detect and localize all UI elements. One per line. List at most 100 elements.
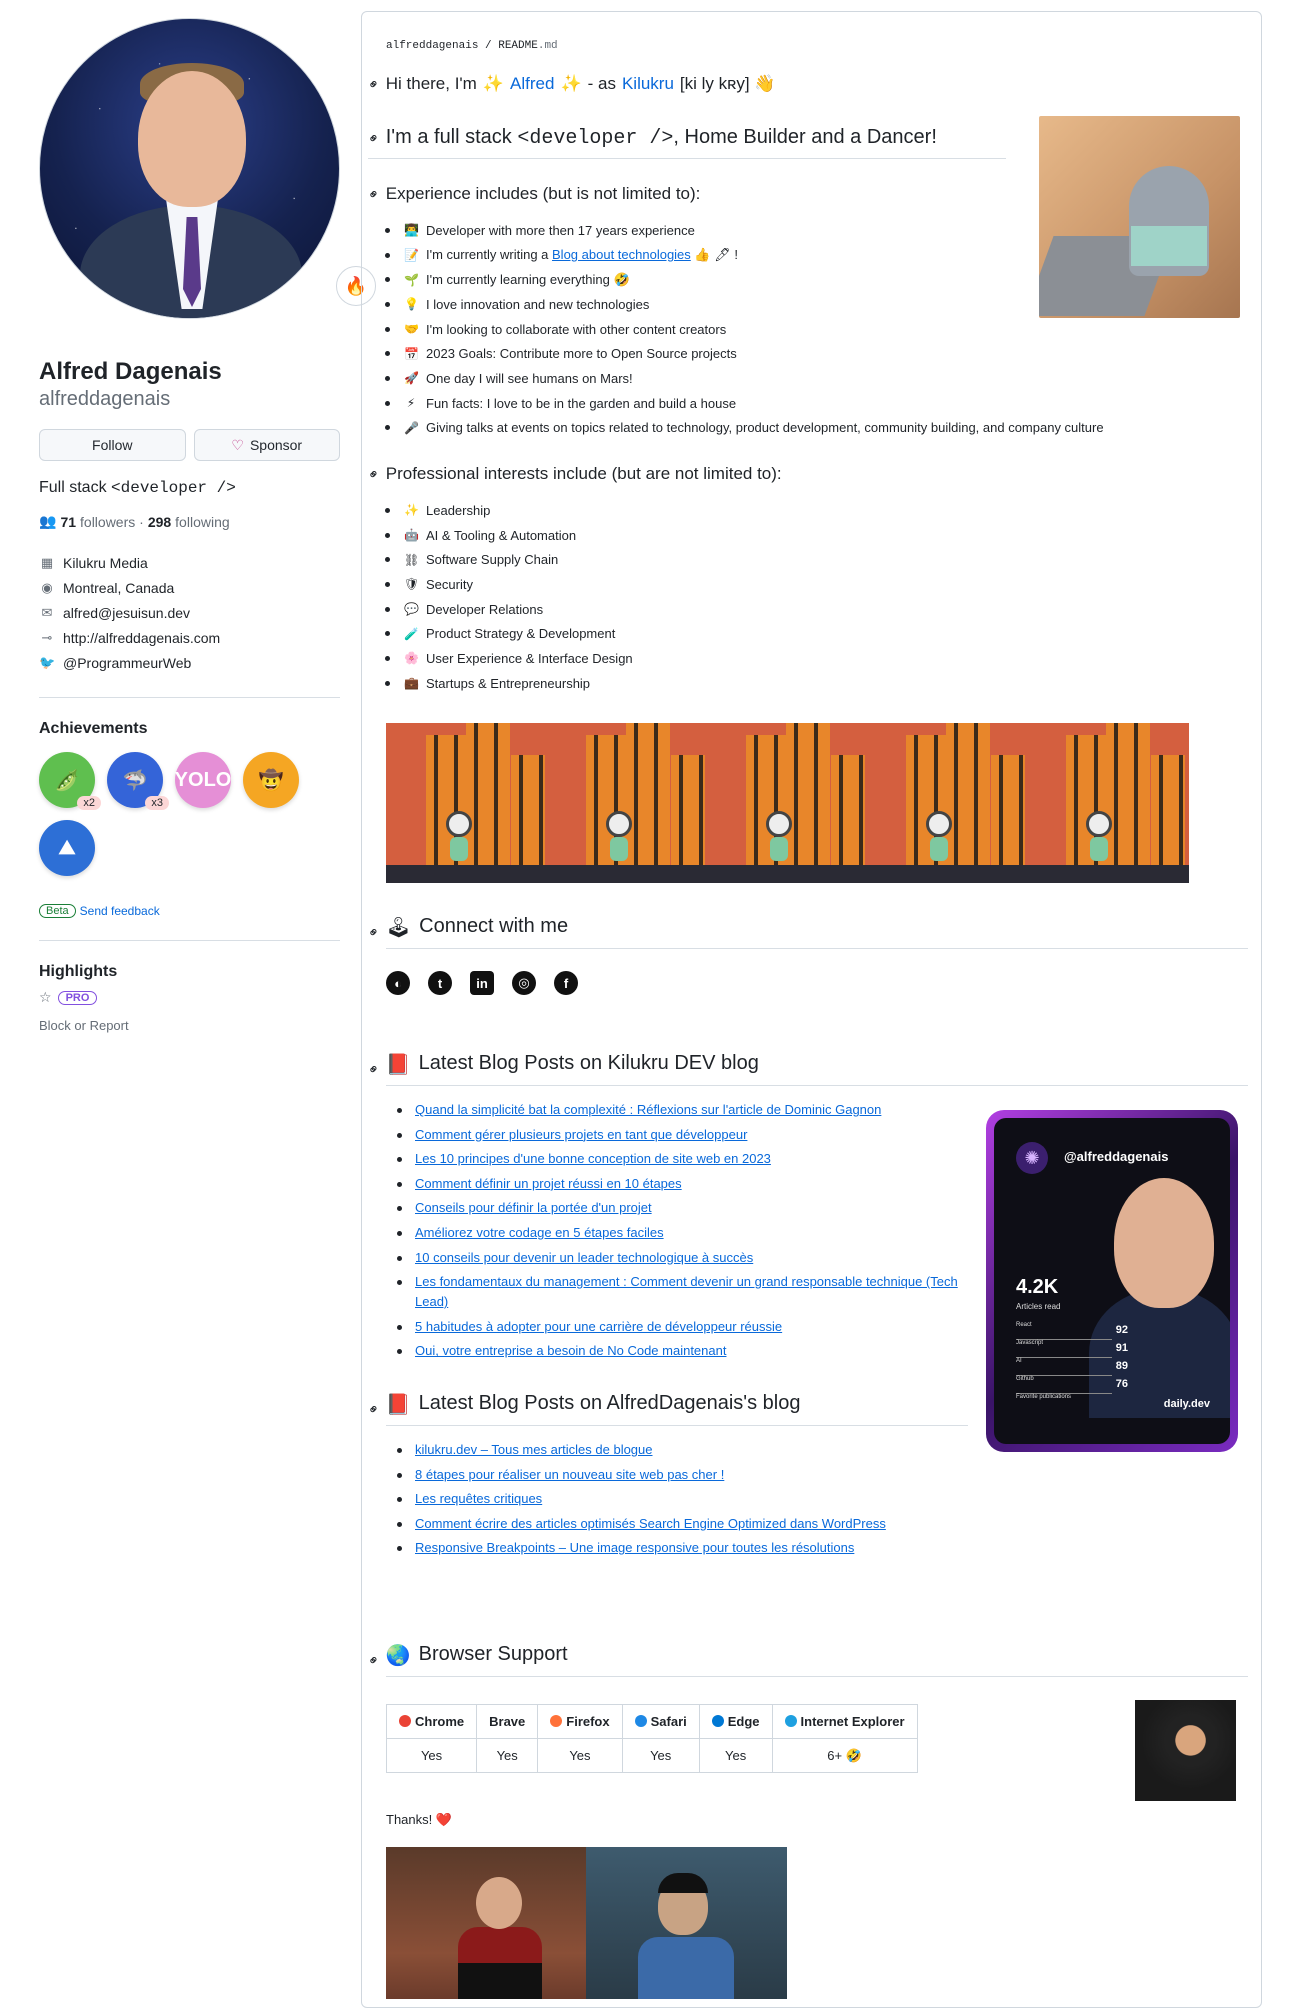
linkedin-icon[interactable]: in: [470, 971, 494, 995]
building: [1151, 755, 1185, 865]
sponsor-button[interactable]: ♡ Sponsor: [193, 429, 340, 461]
stat-label: Github: [1016, 1376, 1034, 1382]
yolo-icon[interactable]: YOLO: [175, 752, 231, 808]
daily-dev-card[interactable]: ✺ @alfreddagenais 4.2K Articles read Rea…: [986, 1110, 1238, 1452]
greeting-alias[interactable]: Kilukru: [622, 74, 674, 94]
quickdraw-icon[interactable]: 🤠: [243, 752, 299, 808]
blog-post-link[interactable]: Les requêtes critiques: [415, 1491, 542, 1506]
pull-shark-icon[interactable]: 🦈 x3: [107, 752, 169, 810]
skater-character: [1086, 811, 1112, 863]
list-item: ✨ Leadership: [401, 498, 633, 523]
item-emoji-icon: 🚀: [404, 371, 419, 386]
list-item-text: Fun facts: I love to be in the garden an…: [426, 396, 736, 411]
personal-blog-title: Latest Blog Posts on AlfredDagenais's bl…: [418, 1392, 801, 1414]
followers-count[interactable]: 71: [60, 514, 76, 530]
greeting-heading: ⚭ Hi there, I'm ✨ Alfred ✨ - as Kilukru …: [364, 74, 776, 94]
fullstack-code: <developer />: [517, 127, 674, 150]
blog-post-link[interactable]: Responsive Breakpoints – Une image respo…: [415, 1540, 854, 1555]
list-item: 5 habitudes à adopter pour une carrière …: [397, 1317, 981, 1337]
profile-detail-item[interactable]: ✉ alfred@jesuisun.dev: [39, 600, 340, 625]
browser-support-cell: Yes: [698, 1738, 773, 1773]
card-stat: Github 76: [1016, 1376, 1128, 1394]
item-emoji-icon: 🤖: [404, 528, 419, 543]
bio-code: <developer />: [111, 479, 236, 497]
blog-post-link[interactable]: Comment gérer plusieurs projets en tant …: [415, 1127, 747, 1142]
profile-detail-item[interactable]: ⊸ http://alfreddagenais.com: [39, 625, 340, 650]
list-item: 🌸 User Experience & Interface Design: [401, 646, 633, 671]
instagram-icon[interactable]: ◎: [512, 971, 536, 995]
list-item-text: 2023 Goals: Contribute more to Open Sour…: [426, 346, 737, 361]
anchor-link-icon[interactable]: ⚭: [364, 184, 384, 204]
anchor-link-icon[interactable]: ⚭: [364, 1059, 384, 1079]
blog-post-link[interactable]: 8 étapes pour réaliser un nouveau site w…: [415, 1467, 724, 1482]
card-stat: React 92: [1016, 1322, 1128, 1340]
blog-post-link[interactable]: Les fondamentaux du management : Comment…: [415, 1274, 958, 1309]
blog-post-link[interactable]: kilukru.dev – Tous mes articles de blogu…: [415, 1442, 653, 1457]
list-item: Améliorez votre codage en 5 étapes facil…: [397, 1223, 981, 1243]
list-item: Comment définir un projet réussi en 10 é…: [397, 1174, 981, 1194]
profile-sidebar: 🔥 Alfred Dagenais alfreddagenais Follow …: [39, 18, 376, 1033]
following-count[interactable]: 298: [148, 514, 171, 530]
anchor-link-icon[interactable]: ⚭: [364, 74, 384, 94]
followers-label[interactable]: followers ·: [80, 514, 144, 530]
anchor-link-icon[interactable]: ⚭: [364, 1399, 384, 1419]
skater-character: [446, 811, 472, 863]
browser-header: Safari: [621, 1704, 700, 1739]
anchor-link-icon[interactable]: ⚭: [364, 464, 384, 484]
facebook-icon[interactable]: f: [554, 971, 578, 995]
badge-glyph: YOLO: [174, 768, 232, 791]
blog-post-link[interactable]: Quand la simplicité bat la complexité : …: [415, 1102, 881, 1117]
greeting-pronunciation: [ki ly kʀy] 👋: [679, 74, 776, 93]
profile-detail-text[interactable]: @ProgrammeurWeb: [63, 655, 191, 671]
badge-glyph: 🤠: [258, 769, 284, 792]
blog-post-link[interactable]: Améliorez votre codage en 5 étapes facil…: [415, 1225, 664, 1240]
anchor-link-icon[interactable]: ⚭: [364, 128, 384, 148]
item-text: One day I will see humans on Mars!: [426, 370, 633, 386]
blog-post-link[interactable]: Oui, votre entreprise a besoin de No Cod…: [415, 1343, 726, 1358]
list-item: 📅 2023 Goals: Contribute more to Open Sou…: [401, 341, 1104, 366]
path-user[interactable]: alfreddagenais: [386, 40, 478, 52]
profile-detail-text[interactable]: alfred@jesuisun.dev: [63, 605, 190, 621]
browser-support-cell: Yes: [476, 1738, 539, 1773]
sponsor-label: Sponsor: [249, 437, 303, 453]
blog-post-link[interactable]: Comment écrire des articles optimisés Se…: [415, 1516, 886, 1531]
browser-name: Internet Explorer: [800, 1714, 905, 1729]
profile-detail-text[interactable]: http://alfreddagenais.com: [63, 630, 220, 646]
anchor-link-icon[interactable]: ⚭: [364, 1650, 384, 1670]
blog-post-link[interactable]: Conseils pour définir la portée d'un pro…: [415, 1200, 652, 1215]
website-icon[interactable]: ◐: [386, 971, 410, 995]
heart-icon: ♡: [231, 436, 244, 453]
skater-character: [766, 811, 792, 863]
arctic-code-vault-icon[interactable]: ⛰: [39, 820, 95, 876]
profile-detail-text: Montreal, Canada: [63, 579, 175, 596]
building: [511, 755, 545, 865]
twitter-icon[interactable]: t: [428, 971, 452, 995]
table-header-row: Chrome Brave Firefox Safari Edge Internet Exp…: [385, 1704, 918, 1739]
anchor-link-icon[interactable]: ⚭: [364, 922, 384, 942]
blog-post-link[interactable]: 10 conseils pour devenir un leader techn…: [415, 1250, 753, 1265]
browser-name: Brave: [489, 1714, 526, 1729]
item-emoji-icon: 🎤: [404, 420, 419, 435]
item-text: AI & Tooling & Automation: [426, 527, 577, 543]
blog-link[interactable]: Blog about technologies: [552, 247, 691, 262]
pair-extraordinaire-icon[interactable]: 🫛 x2: [39, 752, 101, 810]
item-text: I'm looking to collaborate with other co…: [426, 321, 727, 337]
send-feedback-link[interactable]: Send feedback: [80, 904, 160, 918]
path-file[interactable]: README: [498, 40, 538, 52]
profile-detail-item[interactable]: 🐦 @ProgrammeurWeb: [39, 650, 340, 675]
interests-list: ✨ Leadership 🤖 AI & Tooling & Automation ⛓ So…: [401, 498, 633, 696]
following-label[interactable]: following: [175, 514, 229, 530]
path-separator: /: [478, 40, 499, 52]
profile-avatar[interactable]: [39, 18, 340, 319]
blog-post-link[interactable]: 5 habitudes à adopter pour une carrière …: [415, 1319, 782, 1334]
block-report-link[interactable]: Block or Report: [39, 1018, 340, 1033]
sparkles-icon: ✨: [560, 74, 582, 93]
item-emoji-icon: 🧪: [404, 626, 419, 641]
list-item: 🎤 Giving talks at events on topics relate…: [401, 416, 1104, 441]
building: [671, 755, 705, 865]
follow-button[interactable]: Follow: [39, 429, 186, 461]
greeting-name[interactable]: Alfred: [510, 74, 554, 94]
blog-post-link[interactable]: Les 10 principes d'une bonne conception …: [415, 1151, 771, 1166]
blog-post-link[interactable]: Comment définir un projet réussi en 10 é…: [415, 1176, 682, 1191]
experience-heading: ⚭ Experience includes (but is not limite…: [364, 184, 701, 204]
